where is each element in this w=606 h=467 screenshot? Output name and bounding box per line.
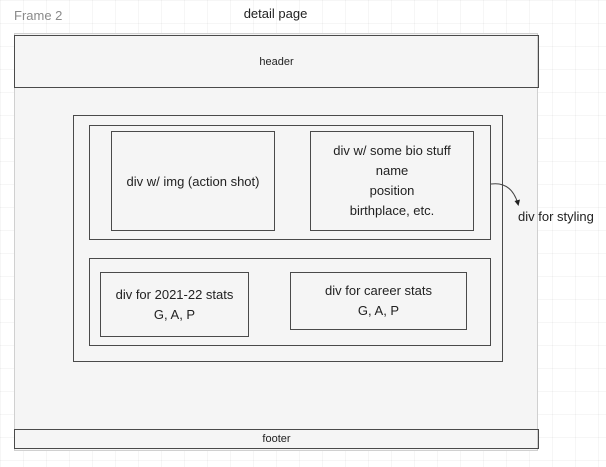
annotation-label[interactable]: div for styling xyxy=(518,209,594,224)
image-div-box[interactable]: div w/ img (action shot) xyxy=(111,131,275,231)
page-title: detail page xyxy=(243,6,308,21)
career-stats-box[interactable]: div for career stats G, A, P xyxy=(290,272,467,330)
season-stats-box[interactable]: div for 2021-22 stats G, A, P xyxy=(100,272,249,337)
bio-div-box[interactable]: div w/ some bio stuff name position birt… xyxy=(310,131,474,231)
header-box[interactable]: header xyxy=(14,35,539,88)
bio-birthplace: birthplace, etc. xyxy=(349,203,435,218)
season-stats-title: div for 2021-22 stats xyxy=(115,286,234,302)
career-stats-fields: G, A, P xyxy=(357,303,400,318)
career-stats-title: div for career stats xyxy=(325,283,432,298)
header-label: header xyxy=(259,55,294,68)
bio-position: position xyxy=(369,183,415,198)
footer-label: footer xyxy=(262,433,291,445)
season-stats-fields: G, A, P xyxy=(153,306,196,322)
bio-title: div w/ some bio stuff xyxy=(333,143,451,158)
bio-name: name xyxy=(375,163,409,178)
image-div-label: div w/ img (action shot) xyxy=(126,173,260,189)
footer-box[interactable]: footer xyxy=(14,429,539,449)
annotation-connector-arrow xyxy=(490,183,520,206)
